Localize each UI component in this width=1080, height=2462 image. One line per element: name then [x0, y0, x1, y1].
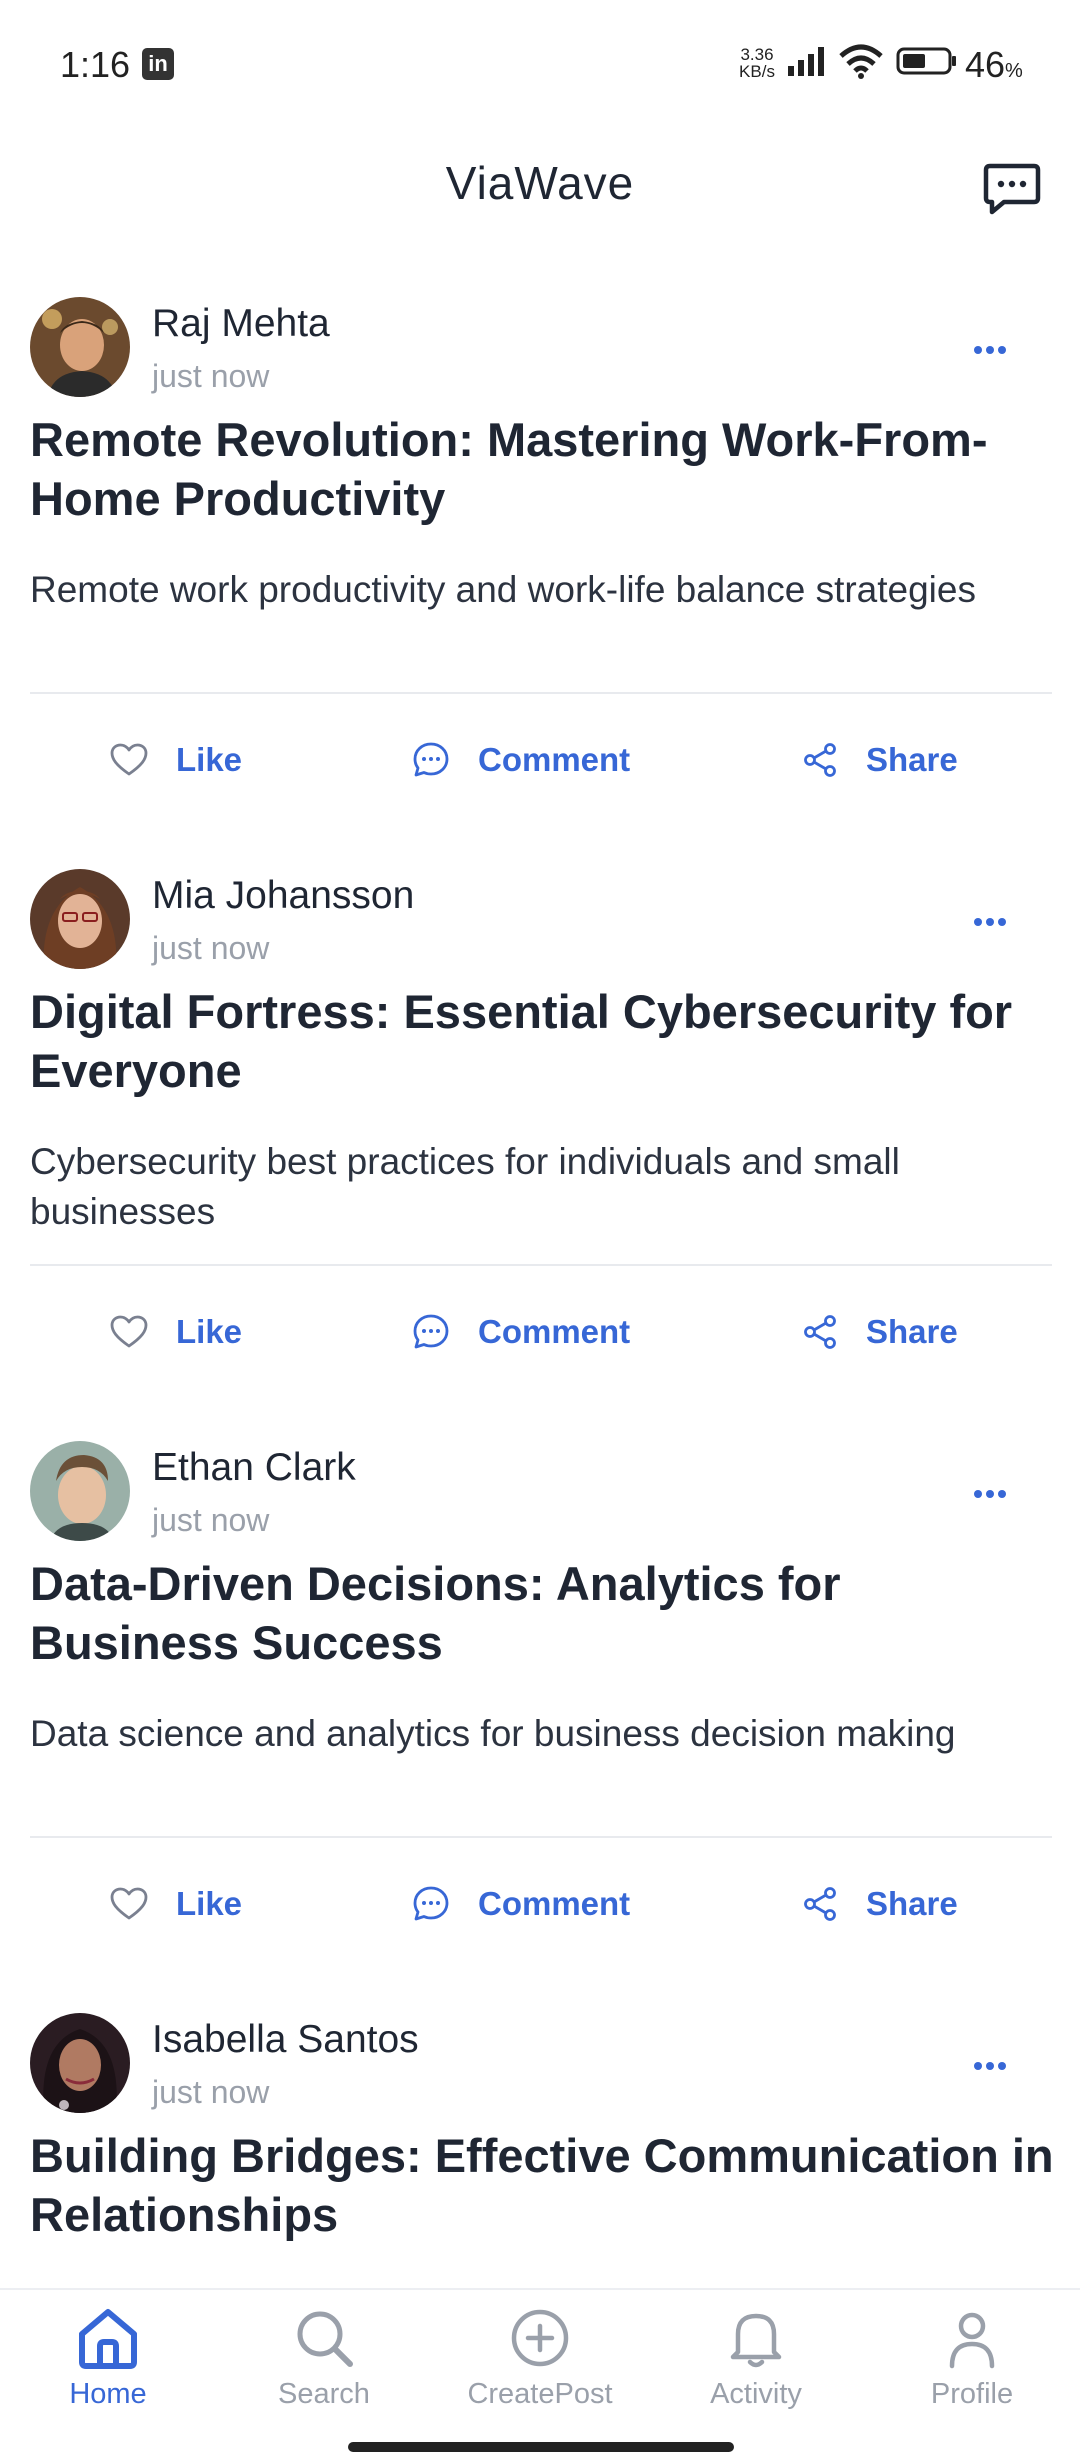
- divider: [30, 1264, 1052, 1266]
- comment-button[interactable]: Comment: [412, 1302, 630, 1362]
- network-speed: 3.36 KB/s: [734, 46, 780, 80]
- heart-icon: [110, 743, 148, 776]
- post-title[interactable]: Digital Fortress: Essential Cybersecurit…: [30, 982, 1060, 1100]
- bottom-nav: Home Search CreatePost Activity Profile: [0, 2288, 1080, 2462]
- battery-percent: 46%: [965, 44, 1023, 85]
- like-label: Like: [176, 1885, 243, 1922]
- post-author[interactable]: Mia Johansson: [152, 874, 414, 918]
- network-speed-unit: KB/s: [739, 62, 775, 81]
- post-author[interactable]: Raj Mehta: [152, 302, 330, 346]
- post-title[interactable]: Remote Revolution: Mastering Work-From-H…: [30, 410, 1060, 528]
- share-label: Share: [866, 1885, 958, 1922]
- nav-profile[interactable]: Profile: [864, 2306, 1080, 2436]
- comment-icon: [413, 1314, 449, 1349]
- share-button[interactable]: Share: [802, 1302, 958, 1362]
- post-author[interactable]: Ethan Clark: [152, 1446, 356, 1490]
- post-card: Mia Johansson just now Digital Fortress:…: [0, 852, 1080, 1422]
- avatar[interactable]: [30, 1441, 130, 1541]
- comment-label: Comment: [478, 1885, 631, 1922]
- nav-label-activity: Activity: [710, 2378, 802, 2410]
- nav-label-search: Search: [278, 2378, 370, 2410]
- share-icon: [804, 1887, 836, 1921]
- post-card: Isabella Santos just now Building Bridge…: [0, 1996, 1080, 2278]
- person-icon: [949, 2312, 995, 2369]
- comment-icon: [413, 1886, 449, 1921]
- post-actions: Like Comment Share: [0, 1874, 1080, 1934]
- like-label: Like: [176, 1313, 243, 1350]
- more-dots-icon: [974, 1490, 1006, 1498]
- post-timestamp: just now: [152, 930, 270, 966]
- post-title[interactable]: Building Bridges: Effective Communicatio…: [30, 2126, 1060, 2244]
- heart-icon: [110, 1887, 148, 1920]
- post-description: Data science and analytics for business …: [30, 1713, 956, 1754]
- share-icon: [804, 743, 836, 777]
- status-time: 1:16: [60, 44, 131, 85]
- share-icon: [804, 1315, 836, 1349]
- post-timestamp: just now: [152, 1502, 270, 1538]
- share-button[interactable]: Share: [802, 730, 958, 790]
- like-button[interactable]: Like: [110, 1874, 242, 1934]
- like-button[interactable]: Like: [110, 730, 242, 790]
- comment-label: Comment: [478, 1313, 631, 1350]
- avatar[interactable]: [30, 2013, 130, 2113]
- like-button[interactable]: Like: [110, 1302, 242, 1362]
- app-header: ViaWave: [0, 130, 1080, 240]
- comment-button[interactable]: Comment: [412, 1874, 630, 1934]
- status-bar: 1:16 in 3.36 KB/s 46%: [0, 0, 1080, 130]
- messages-button[interactable]: [982, 158, 1042, 218]
- nav-label-profile: Profile: [930, 2378, 1014, 2410]
- more-options-button[interactable]: [962, 2046, 1022, 2086]
- home-indicator[interactable]: [348, 2442, 734, 2452]
- divider: [30, 1836, 1052, 1838]
- chat-bubble-icon: [983, 163, 1041, 215]
- more-dots-icon: [974, 918, 1006, 926]
- more-dots-icon: [974, 346, 1006, 354]
- battery-icon: [896, 47, 956, 75]
- nav-activity[interactable]: Activity: [648, 2306, 864, 2436]
- more-options-button[interactable]: [962, 902, 1022, 942]
- avatar[interactable]: [30, 869, 130, 969]
- more-options-button[interactable]: [962, 1474, 1022, 1514]
- home-icon: [79, 2309, 137, 2369]
- linkedin-notification-icon: in: [142, 48, 174, 80]
- signal-icon: [788, 47, 824, 76]
- post-actions: Like Comment Share: [0, 730, 1080, 790]
- nav-search[interactable]: Search: [216, 2306, 432, 2436]
- post-description: Remote work productivity and work-life b…: [30, 569, 976, 610]
- post-card: Ethan Clark just now Data-Driven Decisio…: [0, 1424, 1080, 1994]
- heart-icon: [110, 1315, 148, 1348]
- search-icon: [297, 2311, 353, 2367]
- share-label: Share: [866, 741, 958, 778]
- comment-icon: [413, 742, 449, 777]
- post-card: Raj Mehta just now Remote Revolution: Ma…: [0, 280, 1080, 850]
- app-title: ViaWave: [445, 157, 635, 209]
- nav-createpost[interactable]: CreatePost: [432, 2306, 648, 2436]
- divider: [30, 692, 1052, 694]
- post-actions: Like Comment Share: [0, 1302, 1080, 1362]
- share-label: Share: [866, 1313, 958, 1350]
- nav-label-home: Home: [69, 2378, 147, 2410]
- plus-circle-icon: [511, 2309, 569, 2367]
- more-options-button[interactable]: [962, 330, 1022, 370]
- post-title[interactable]: Data-Driven Decisions: Analytics for Bus…: [30, 1554, 1060, 1672]
- post-timestamp: just now: [152, 2074, 270, 2110]
- avatar[interactable]: [30, 297, 130, 397]
- post-description: Cybersecurity best practices for individ…: [30, 1141, 900, 1232]
- comment-button[interactable]: Comment: [412, 730, 630, 790]
- wifi-icon: [839, 44, 883, 79]
- nav-label-createpost: CreatePost: [467, 2378, 613, 2410]
- post-timestamp: just now: [152, 358, 270, 394]
- more-dots-icon: [974, 2062, 1006, 2070]
- nav-home[interactable]: Home: [0, 2306, 216, 2436]
- bell-icon: [730, 2313, 782, 2368]
- share-button[interactable]: Share: [802, 1874, 958, 1934]
- post-feed[interactable]: Raj Mehta just now Remote Revolution: Ma…: [0, 280, 1080, 2278]
- like-label: Like: [176, 741, 243, 778]
- post-author[interactable]: Isabella Santos: [152, 2018, 419, 2062]
- comment-label: Comment: [478, 741, 631, 778]
